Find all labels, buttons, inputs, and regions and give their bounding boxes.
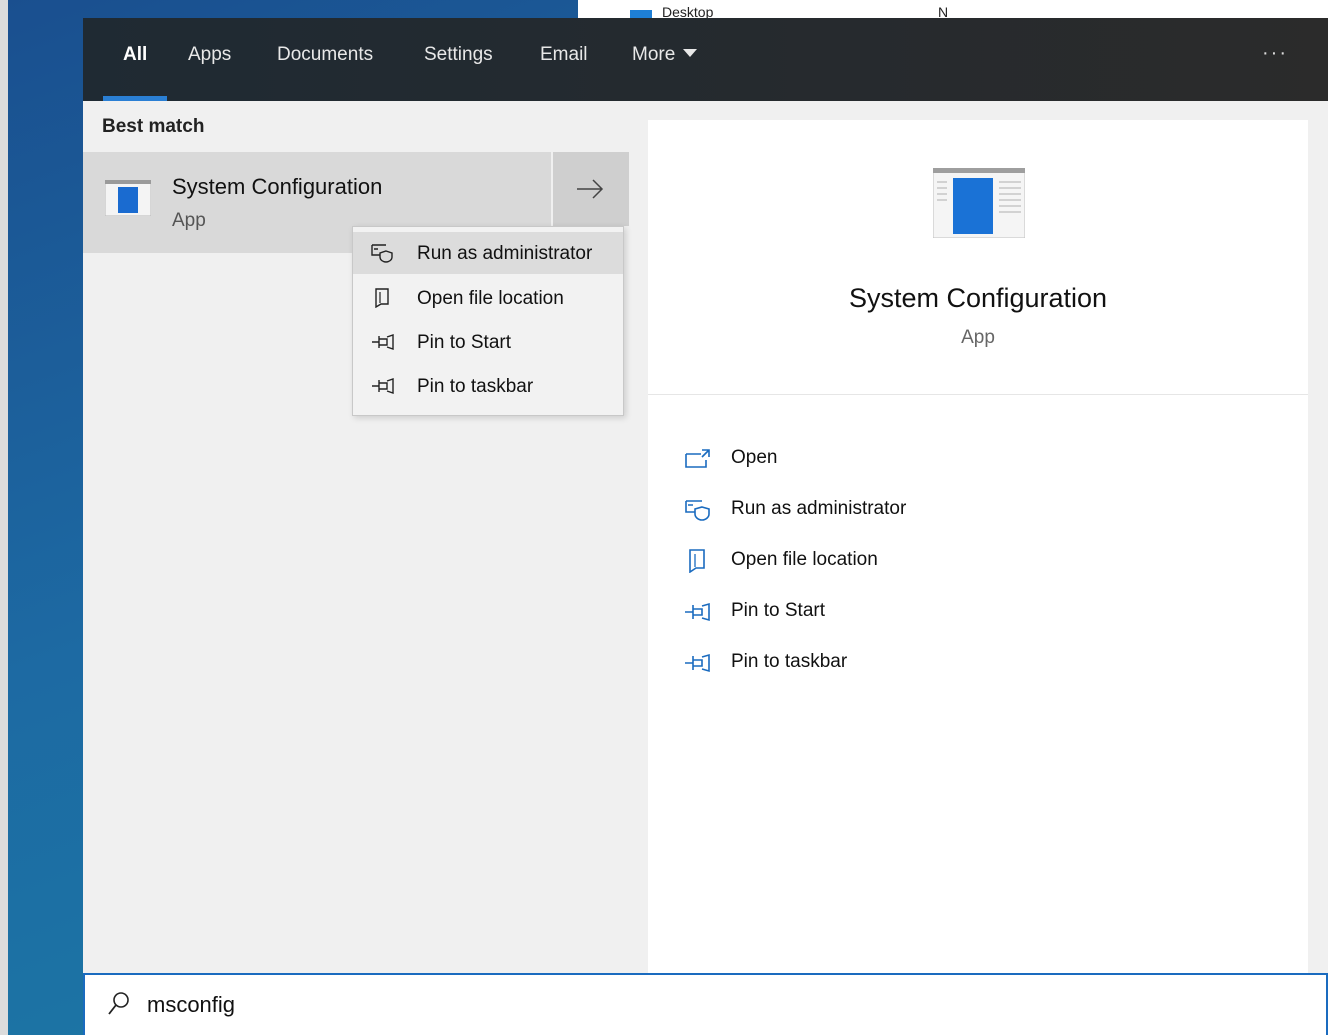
context-menu-label: Pin to Start xyxy=(417,332,511,353)
action-open-file-location[interactable]: Open file location xyxy=(684,541,1084,581)
search-icon xyxy=(108,992,129,1015)
desktop-folder-icon xyxy=(630,10,652,18)
action-open[interactable]: Open xyxy=(684,439,1084,479)
msconfig-app-icon xyxy=(933,168,1025,238)
details-pane: System Configuration App Open Run as adm… xyxy=(648,120,1308,973)
search-filter-bar: All Apps Documents Settings Email More ·… xyxy=(83,18,1328,101)
more-options-button[interactable]: ··· xyxy=(1262,42,1288,65)
pin-icon xyxy=(685,602,710,622)
context-menu-open-file-location[interactable]: Open file location xyxy=(353,277,623,319)
action-label: Pin to Start xyxy=(731,600,825,621)
action-pin-to-start[interactable]: Pin to Start xyxy=(684,592,1084,632)
result-subtitle: App xyxy=(172,210,206,231)
desktop-item-label: N xyxy=(938,4,949,18)
desktop-window-strip: Desktop N xyxy=(578,0,1328,18)
file-location-icon xyxy=(375,288,389,308)
divider xyxy=(648,394,1308,395)
context-menu-pin-to-start[interactable]: Pin to Start xyxy=(353,321,623,363)
action-label: Pin to taskbar xyxy=(731,651,848,672)
tab-more[interactable]: More xyxy=(632,44,698,101)
search-input[interactable]: msconfig xyxy=(147,992,235,1018)
details-title: System Configuration xyxy=(848,283,1108,313)
msconfig-app-icon xyxy=(105,180,151,216)
tab-all[interactable]: All xyxy=(102,44,168,101)
result-title: System Configuration xyxy=(172,174,383,199)
context-menu-label: Open file location xyxy=(417,288,564,309)
file-location-icon xyxy=(689,549,705,573)
section-heading: Best match xyxy=(102,116,205,137)
desktop-edge xyxy=(0,0,8,1035)
expand-details-button[interactable] xyxy=(553,152,629,226)
context-menu-run-as-admin[interactable]: Run as administrator xyxy=(353,232,623,274)
pin-icon xyxy=(372,334,394,350)
action-label: Open xyxy=(731,447,778,468)
shield-run-icon xyxy=(685,500,710,521)
pin-icon xyxy=(372,378,394,394)
action-run-as-admin[interactable]: Run as administrator xyxy=(684,490,1084,530)
chevron-down-icon xyxy=(683,49,698,57)
results-column: Best match System Configuration App Run … xyxy=(83,101,629,973)
tab-more-label: More xyxy=(632,44,676,65)
context-menu-pin-to-taskbar[interactable]: Pin to taskbar xyxy=(353,365,623,407)
tab-documents[interactable]: Documents xyxy=(277,44,373,101)
arrow-right-icon xyxy=(577,179,604,199)
pin-icon xyxy=(685,653,710,673)
tab-email[interactable]: Email xyxy=(540,44,588,101)
open-icon xyxy=(685,449,710,468)
details-subtitle: App xyxy=(961,327,995,348)
tab-settings[interactable]: Settings xyxy=(424,44,493,101)
desktop-item-label: Desktop xyxy=(662,4,714,18)
tab-apps[interactable]: Apps xyxy=(188,44,231,101)
shield-run-icon xyxy=(371,244,393,263)
search-box[interactable]: msconfig xyxy=(83,973,1328,1035)
action-label: Run as administrator xyxy=(731,498,907,519)
action-pin-to-taskbar[interactable]: Pin to taskbar xyxy=(684,643,1084,683)
context-menu-label: Run as administrator xyxy=(417,243,593,264)
context-menu-label: Pin to taskbar xyxy=(417,376,534,397)
context-menu: Run as administrator Open file location … xyxy=(352,226,624,416)
search-panel: All Apps Documents Settings Email More ·… xyxy=(83,18,1328,1035)
action-label: Open file location xyxy=(731,549,878,570)
